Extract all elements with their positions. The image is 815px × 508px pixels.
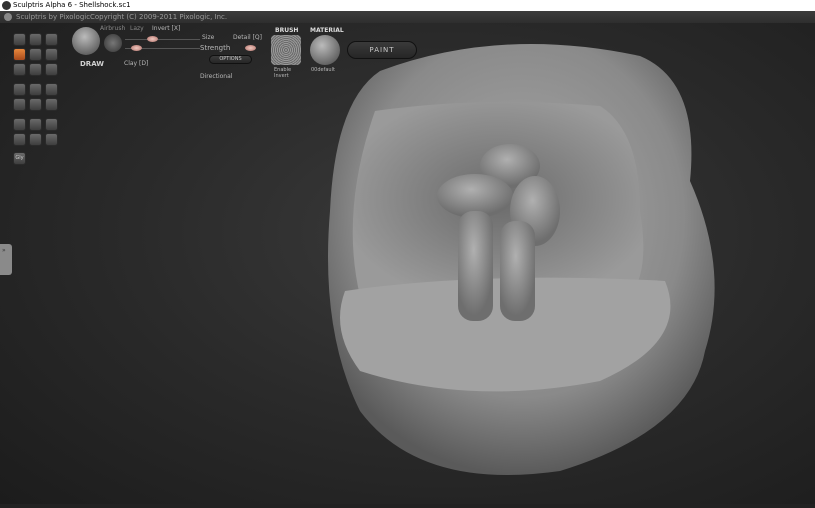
expand-arrows-icon: » [2, 247, 6, 254]
draw-tool-icon[interactable] [72, 27, 100, 55]
options-button[interactable]: OPTIONS [209, 55, 252, 64]
material-sphere-thumbnail[interactable] [310, 35, 340, 65]
brush-invert-toggle[interactable]: Invert [274, 73, 289, 79]
size-slider-knob[interactable] [147, 36, 158, 42]
strength-slider-knob[interactable] [131, 45, 142, 51]
side-panel-handle[interactable]: » [0, 244, 12, 275]
tool-inflate[interactable] [29, 48, 42, 61]
3d-viewport[interactable] [0, 11, 815, 504]
app-name: Sculptris by Pixologic [16, 13, 91, 21]
tool-draw[interactable] [13, 33, 26, 46]
tool-scale[interactable] [45, 98, 58, 111]
tool-flatten[interactable] [13, 63, 26, 76]
airbrush-icon[interactable] [104, 34, 122, 52]
directional-toggle[interactable]: Directional [200, 73, 232, 80]
window-title: Sculptris Alpha 6 - Shellshock.sc1 [13, 1, 131, 9]
tool-mask[interactable] [29, 83, 42, 96]
tool-options[interactable] [45, 118, 58, 131]
brush-texture-thumbnail[interactable] [271, 35, 301, 65]
size-slider[interactable] [125, 39, 200, 40]
airbrush-label[interactable]: Airbrush [100, 25, 125, 32]
app-logo-icon [2, 1, 11, 10]
detail-label: Detail [Q] [233, 34, 262, 41]
tool-symmetry[interactable] [13, 83, 26, 96]
sculptris-logo-icon [4, 13, 12, 21]
clay-toggle[interactable]: Clay [D] [124, 60, 148, 67]
lazy-label[interactable]: Lazy [130, 25, 144, 32]
copyright: Copyright (C) 2009-2011 Pixologic, Inc. [90, 13, 228, 21]
tool-save[interactable] [29, 133, 42, 146]
tool-settings[interactable] [29, 118, 42, 131]
tool-smooth[interactable] [45, 63, 58, 76]
tool-reduce[interactable] [13, 98, 26, 111]
paint-button[interactable]: PAINT [347, 41, 417, 59]
tool-grab[interactable] [29, 33, 42, 46]
material-name: 00default [311, 67, 335, 73]
title-bar: Sculptris Alpha 6 - Shellshock.sc1 [0, 0, 815, 11]
brush-label: BRUSH [275, 27, 299, 34]
tool-name: DRAW [80, 60, 105, 68]
tool-rotate[interactable] [45, 33, 58, 46]
material-label: MATERIAL [310, 27, 344, 34]
tool-move[interactable] [45, 48, 58, 61]
tool-new-sphere[interactable] [13, 118, 26, 131]
sculpture-model [328, 44, 715, 475]
tool-pinch[interactable] [29, 98, 42, 111]
tool-gly[interactable]: Gly [13, 152, 26, 165]
tool-draw-active[interactable] [13, 48, 26, 61]
tool-plane[interactable] [13, 133, 26, 146]
size-label: Size [202, 34, 215, 41]
strength-label: Strength [200, 44, 231, 52]
tool-crease[interactable] [29, 63, 42, 76]
tool-export[interactable] [45, 133, 58, 146]
detail-slider-knob[interactable] [245, 45, 256, 51]
tool-wireframe[interactable] [45, 83, 58, 96]
invert-toggle[interactable]: Invert [X] [152, 25, 180, 32]
header-bar: Sculptris by Pixologic Copyright (C) 200… [0, 11, 815, 23]
